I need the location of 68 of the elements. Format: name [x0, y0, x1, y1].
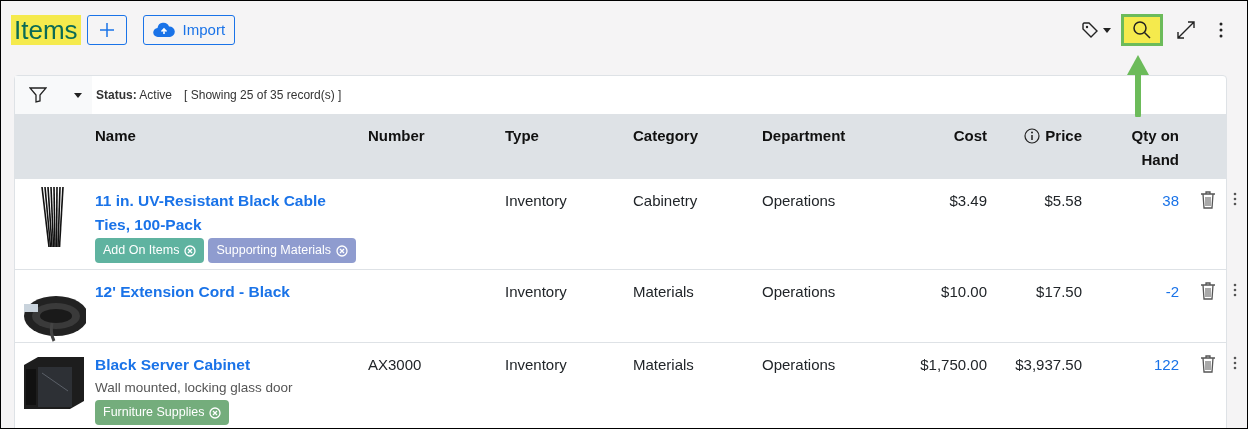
table-cell: Inventory [505, 356, 567, 373]
column-header: Qty on Hand [1130, 126, 1179, 170]
table-cell: AX3000 [368, 356, 422, 373]
caret-icon [74, 92, 82, 98]
item-name-link[interactable]: 11 in. UV-Resistant Black Cable Ties, 100-Pack [95, 189, 368, 237]
remove-tag-button[interactable] [209, 406, 222, 419]
plus-icon [98, 22, 115, 38]
cloud-upload-icon [152, 22, 175, 38]
quantity-link[interactable]: 122 [1153, 356, 1179, 373]
close-icon [184, 244, 197, 257]
column-header: Name [95, 126, 137, 146]
add-button[interactable] [86, 15, 127, 45]
item-description: Wall mounted, locking glass door [95, 379, 294, 397]
table-cell: Operations [762, 283, 836, 300]
table-cell: Materials [633, 356, 694, 373]
table-cell: Inventory [505, 283, 567, 300]
tag-chip: Add On Items [95, 238, 205, 263]
trash-icon [1200, 355, 1216, 373]
remove-tag-button[interactable] [336, 244, 349, 257]
delete-button[interactable] [1200, 191, 1216, 209]
search-button[interactable] [1121, 14, 1163, 46]
expand-icon [1176, 20, 1196, 40]
table-cell: $10.00 [941, 283, 987, 300]
column-header: Cost [952, 126, 987, 146]
column-header: Price [1045, 126, 1082, 146]
table-cell: $17.50 [1036, 283, 1082, 300]
trash-icon [1200, 191, 1216, 209]
more-icon [1219, 22, 1223, 38]
column-header: Number [368, 126, 426, 146]
table-cell: Materials [633, 283, 694, 300]
status-filter: Status: Active [96, 87, 173, 104]
import-button[interactable]: Import [142, 15, 236, 45]
more-icon [1233, 192, 1237, 206]
tag-chip: Supporting Materials [208, 238, 357, 263]
table-cell: $1,750.00 [920, 356, 987, 373]
item-name-link[interactable]: 12' Extension Cord - Black [95, 280, 368, 304]
tag-chip: Furniture Supplies [95, 400, 230, 425]
filter-icon [29, 87, 47, 103]
item-name-link[interactable]: Black Server Cabinet [95, 353, 368, 377]
close-icon [209, 406, 222, 419]
record-count: [ Showing 25 of 35 record(s) ] [184, 87, 342, 104]
table-cell: Inventory [505, 192, 567, 209]
delete-button[interactable] [1200, 282, 1216, 300]
close-icon [336, 244, 349, 257]
filter-button[interactable] [15, 76, 92, 114]
table-cell: $5.58 [1044, 192, 1082, 209]
column-header: Category [633, 126, 700, 146]
table-cell: Operations [762, 356, 836, 373]
row-menu-button[interactable] [1233, 191, 1237, 206]
caret-icon [1103, 27, 1111, 33]
delete-button[interactable] [1200, 355, 1216, 373]
table-cell: $3,937.50 [1015, 356, 1082, 373]
page-title: Items [11, 15, 81, 45]
tag-dropdown-button[interactable] [1082, 22, 1111, 38]
column-header: Department [762, 126, 847, 146]
quantity-link[interactable]: -2 [1165, 283, 1179, 300]
row-menu-button[interactable] [1233, 355, 1237, 370]
trash-icon [1200, 282, 1216, 300]
column-header: Type [505, 126, 540, 146]
table-cell: Operations [762, 192, 836, 209]
tag-icon [1082, 22, 1100, 38]
table-cell: $3.49 [949, 192, 987, 209]
row-menu-button[interactable] [1233, 282, 1237, 297]
quantity-link[interactable]: 38 [1162, 192, 1179, 209]
more-icon [1233, 356, 1237, 370]
more-icon [1233, 283, 1237, 297]
table-cell: Cabinetry [633, 192, 698, 209]
search-icon [1132, 20, 1152, 40]
